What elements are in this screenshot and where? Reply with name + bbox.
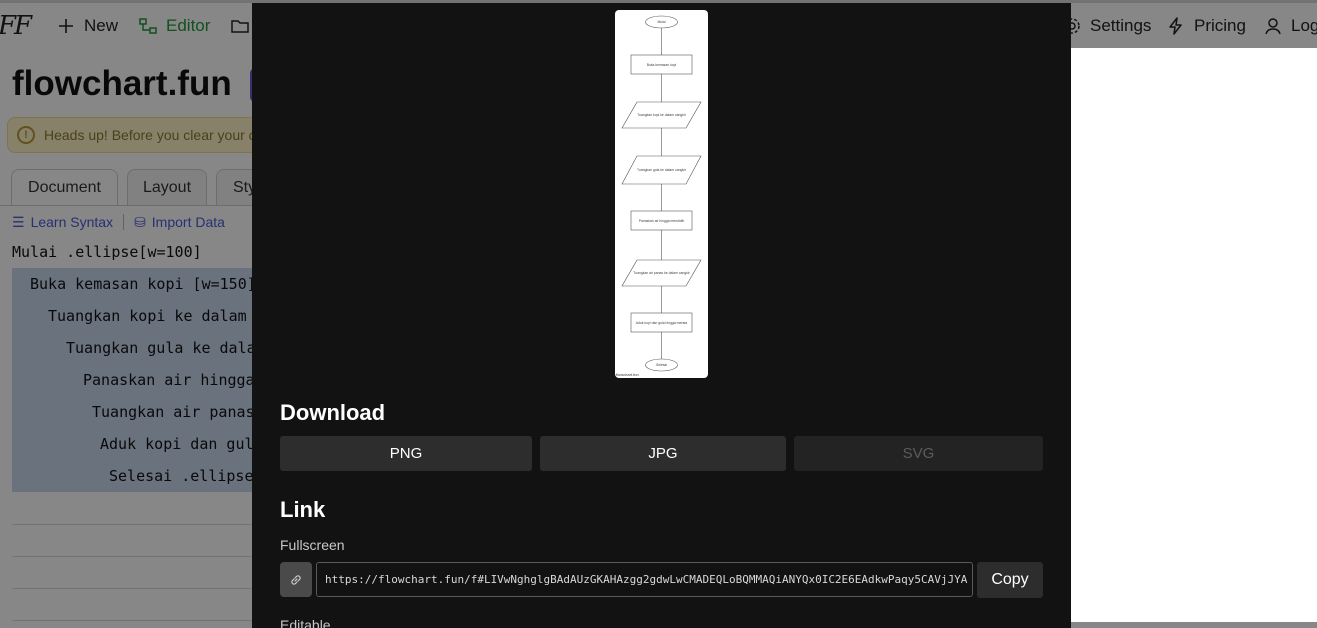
preview-node-label: Tuangkan gula ke dalam cangkir — [637, 168, 687, 172]
preview-node-label: Panaskan air hingga mendidih — [639, 219, 685, 223]
download-jpg-button[interactable]: JPG — [540, 436, 786, 471]
preview-node-label: Buka kemasan kopi — [647, 63, 677, 67]
link-icon — [291, 574, 301, 585]
copy-button[interactable]: Copy — [977, 562, 1043, 598]
preview-watermark: flowchart.fun — [616, 372, 639, 377]
editable-label: Editable — [280, 617, 331, 628]
download-svg-button[interactable]: SVG — [794, 436, 1043, 471]
download-heading: Download — [280, 400, 386, 425]
export-modal: Mulai Buka kemasan kopi Tuangkan kopi ke… — [252, 3, 1071, 628]
canvas-area — [1071, 48, 1317, 622]
flowchart-preview-svg: Mulai Buka kemasan kopi Tuangkan kopi ke… — [616, 15, 702, 377]
fullscreen-label: Fullscreen — [280, 537, 345, 553]
fullscreen-url-field[interactable]: https://flowchart.fun/f#LIVwNghglgBAdAUz… — [316, 562, 973, 597]
flowchart-preview: Mulai Buka kemasan kopi Tuangkan kopi ke… — [615, 10, 708, 378]
link-icon-button[interactable] — [280, 562, 312, 597]
preview-node-label: Tuangkan air panas ke dalam cangkir — [633, 271, 690, 275]
preview-node-label: Tuangkan kopi ke dalam cangkir — [637, 113, 687, 117]
download-png-button[interactable]: PNG — [280, 436, 532, 471]
link-heading: Link — [280, 497, 326, 522]
preview-node-label: Selesai — [656, 363, 667, 367]
preview-node-label: Mulai — [657, 20, 665, 24]
preview-node-label: Aduk kopi dan gula hingga merata — [636, 321, 688, 325]
